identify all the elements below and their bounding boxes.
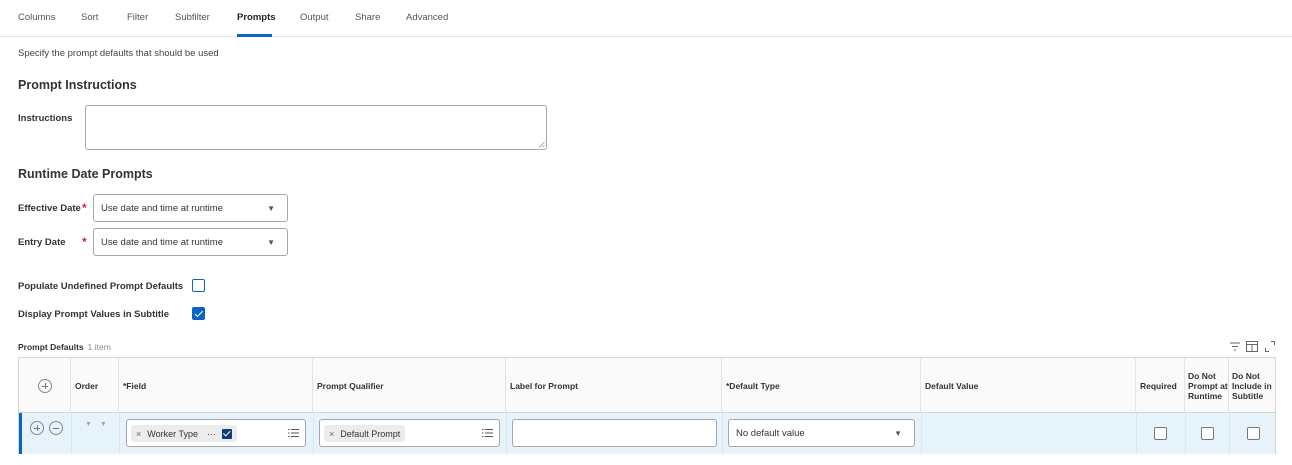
do-not-prompt-checkbox[interactable] [1201,427,1214,440]
resize-grip-icon[interactable] [538,141,545,148]
prompt-instructions-heading: Prompt Instructions [18,78,137,92]
do-not-include-header: Do Not Include in Subtitle [1229,358,1275,413]
add-row-header [19,358,71,413]
display-in-subtitle-label: Display Prompt Values in Subtitle [18,309,169,320]
list-prompt-icon[interactable] [482,428,493,438]
do-not-include-header-line: Do Not [1232,370,1260,381]
required-checkbox[interactable] [1154,427,1167,440]
grid-header-row: Order *Field Prompt Qualifier Label for … [19,358,1275,413]
prompt-defaults-grid: Order *Field Prompt Qualifier Label for … [18,357,1276,454]
required-header: Required [1136,358,1185,413]
field-header: *Field [119,358,313,413]
grid-item-count: 1 item [87,342,111,352]
column-layout-icon[interactable] [1246,340,1258,353]
do-not-prompt-header-line: Do Not [1188,370,1216,381]
display-in-subtitle-checkbox[interactable] [192,307,205,320]
checked-icon [221,428,232,439]
remove-pill-icon[interactable]: × [136,429,141,439]
add-row-icon[interactable] [37,378,52,393]
tab-bar: Columns Sort Filter Subfilter Prompts Ou… [0,0,1292,37]
order-arrows-icon[interactable]: ▼ ▼ [85,421,110,428]
default-type-header: *Default Type [722,358,921,413]
tab-columns[interactable]: Columns [18,12,56,23]
grid-title: Prompt Defaults 1 item [18,342,111,352]
default-value-header: Default Value [921,358,1136,413]
field-pill-label: Worker Type [147,428,198,439]
required-asterisk: * [82,201,87,215]
do-not-prompt-header-line: Runtime [1188,390,1222,401]
label-for-prompt-input[interactable] [512,419,717,447]
list-prompt-icon[interactable] [288,428,299,438]
tab-advanced[interactable]: Advanced [406,12,448,23]
field-pill[interactable]: × Worker Type ··· [131,425,237,442]
tab-sort[interactable]: Sort [81,12,98,23]
effective-date-value: Use date and time at runtime [101,203,223,214]
remove-pill-icon[interactable]: × [329,429,334,439]
caret-down-icon: ▼ [267,238,275,247]
entry-date-label: Entry Date [18,237,66,248]
cell-divider [1185,413,1186,454]
do-not-include-checkbox[interactable] [1247,427,1260,440]
prompt-qualifier-input[interactable]: × Default Prompt [319,419,500,447]
do-not-include-header-line: Include in [1232,380,1272,391]
default-type-select[interactable]: No default value ▼ [728,419,915,447]
cell-divider [313,413,314,454]
prompt-qualifier-header: Prompt Qualifier [313,358,506,413]
effective-date-select[interactable]: Use date and time at runtime ▼ [93,194,288,222]
cell-divider [1136,413,1137,454]
active-tab-indicator [237,34,272,37]
do-not-prompt-header-line: Prompt at [1188,380,1228,391]
more-options-icon[interactable]: ··· [207,429,216,439]
tab-subfilter[interactable]: Subfilter [175,12,210,23]
order-header: Order [71,358,119,413]
instructions-textarea[interactable] [85,105,547,150]
cell-divider [506,413,507,454]
field-input[interactable]: × Worker Type ··· [126,419,306,447]
cell-divider [722,413,723,454]
required-asterisk: * [82,235,87,249]
page-description: Specify the prompt defaults that should … [18,48,219,59]
cell-divider [71,413,72,454]
do-not-prompt-header: Do Not Prompt at Runtime [1185,358,1229,413]
add-row-icon[interactable] [30,421,44,435]
effective-date-label: Effective Date [18,203,81,214]
grid-title-text: Prompt Defaults [18,342,84,352]
caret-down-icon: ▼ [267,204,275,213]
default-type-value: No default value [736,428,805,439]
filter-icon[interactable] [1229,340,1241,353]
tab-filter[interactable]: Filter [127,12,148,23]
default-value-cell[interactable] [922,413,1135,454]
remove-row-icon[interactable] [49,421,63,435]
populate-undefined-label: Populate Undefined Prompt Defaults [18,281,184,292]
expand-icon[interactable] [1264,340,1276,353]
prompt-qualifier-pill-label: Default Prompt [340,428,401,439]
cell-divider [1229,413,1230,454]
instructions-label: Instructions [18,113,73,124]
entry-date-value: Use date and time at runtime [101,237,223,248]
do-not-include-header-line: Subtitle [1232,390,1264,401]
caret-down-icon: ▼ [894,429,902,438]
cell-divider [119,413,120,454]
runtime-date-prompts-heading: Runtime Date Prompts [18,167,153,181]
table-row: ▼ ▼ × Worker Type ··· × Default Prompt N… [19,413,1275,454]
selected-row-indicator [19,413,22,454]
entry-date-select[interactable]: Use date and time at runtime ▼ [93,228,288,256]
tab-share[interactable]: Share [355,12,380,23]
prompt-qualifier-pill[interactable]: × Default Prompt [324,425,406,442]
populate-undefined-checkbox[interactable] [192,279,205,292]
label-for-prompt-header: Label for Prompt [506,358,722,413]
tab-prompts[interactable]: Prompts [237,12,276,23]
tab-output[interactable]: Output [300,12,329,23]
